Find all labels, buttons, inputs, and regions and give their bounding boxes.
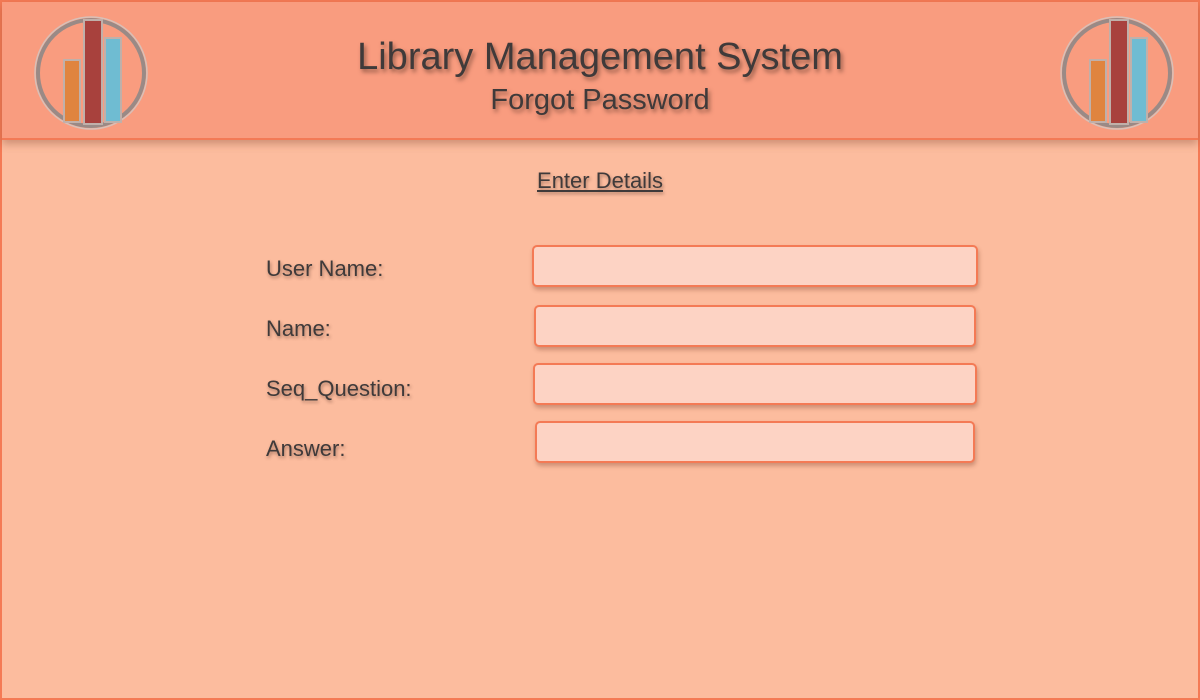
- app-window: Library Management System Forgot Passwor…: [0, 0, 1200, 700]
- name-input[interactable]: [534, 305, 976, 347]
- header-banner: Library Management System Forgot Passwor…: [2, 2, 1198, 140]
- answer-label: Answer:: [266, 436, 346, 461]
- user-name-input[interactable]: [532, 245, 978, 287]
- seq-question-label: Seq_Question:: [266, 376, 412, 401]
- page-subtitle: Forgot Password: [490, 84, 710, 116]
- books-logo-icon: [1060, 16, 1174, 130]
- seq-question-input[interactable]: [533, 363, 977, 405]
- app-title: Library Management System: [357, 36, 843, 78]
- name-label: Name:: [266, 316, 331, 341]
- section-heading: Enter Details: [537, 168, 663, 193]
- user-name-label: User Name:: [266, 256, 384, 281]
- answer-input[interactable]: [535, 421, 975, 463]
